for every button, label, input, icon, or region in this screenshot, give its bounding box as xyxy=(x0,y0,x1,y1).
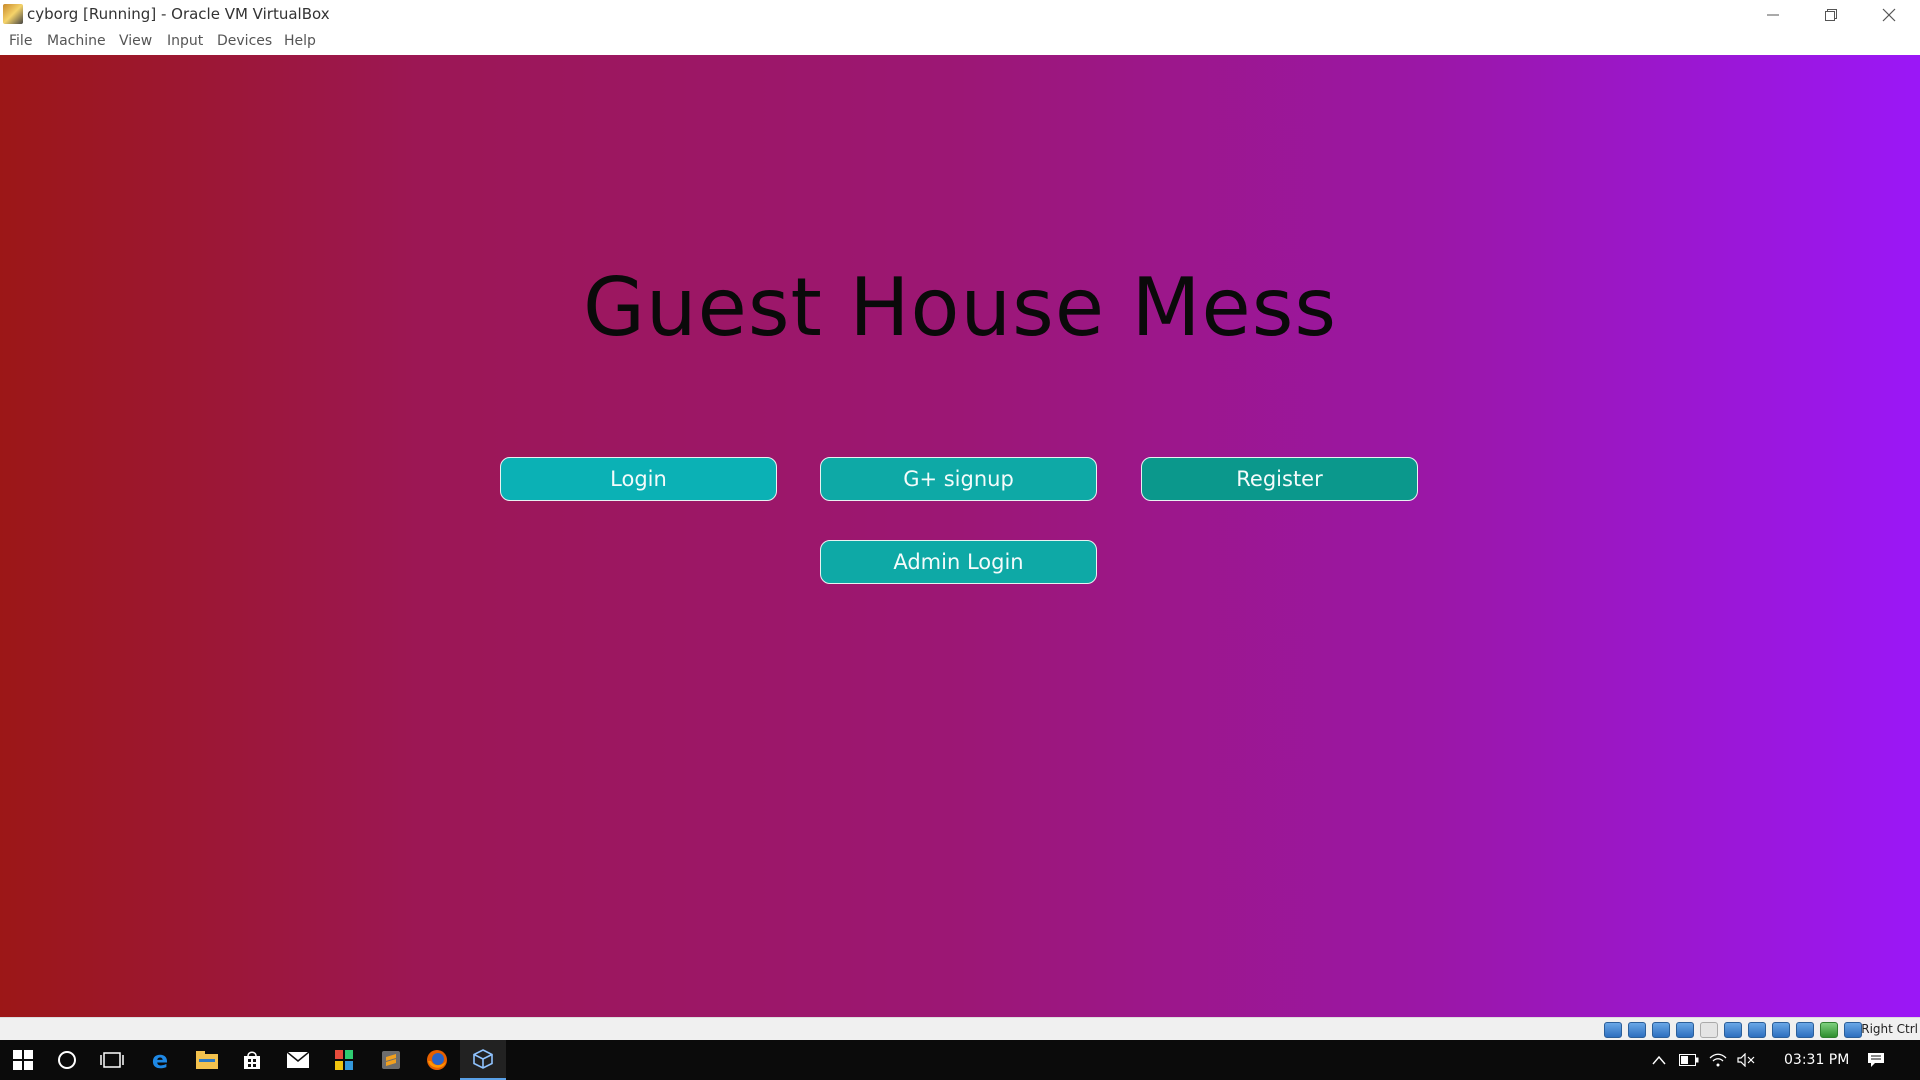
display-icon[interactable] xyxy=(1748,1022,1766,1038)
file-explorer-button[interactable] xyxy=(184,1040,230,1080)
office-button[interactable] xyxy=(321,1040,367,1080)
store-icon xyxy=(244,1051,260,1069)
start-icon xyxy=(13,1050,33,1070)
minimize-icon xyxy=(1767,14,1779,16)
restore-button[interactable] xyxy=(1802,0,1860,29)
register-button[interactable]: Register xyxy=(1141,457,1418,501)
sublime-button[interactable] xyxy=(368,1040,414,1080)
menu-input[interactable]: Input xyxy=(159,29,211,53)
guest-screen[interactable]: Guest House Mess Login G+ signup Registe… xyxy=(0,55,1920,1017)
windows-taskbar: e 03:31 PM xyxy=(0,1040,1920,1080)
show-hidden-icons-button[interactable] xyxy=(1646,1040,1672,1080)
firefox-button[interactable] xyxy=(414,1040,460,1080)
volume-muted-icon xyxy=(1737,1053,1755,1067)
menu-view[interactable]: View xyxy=(111,29,160,53)
gplus-signup-button[interactable]: G+ signup xyxy=(820,457,1097,501)
edge-icon: e xyxy=(151,1046,169,1074)
virtualbox-window: cyborg [Running] - Oracle VM VirtualBox … xyxy=(0,0,1920,1041)
battery-button[interactable] xyxy=(1676,1040,1702,1080)
virtualbox-app-icon xyxy=(3,4,23,24)
title-bar: cyborg [Running] - Oracle VM VirtualBox xyxy=(0,0,1920,29)
start-button[interactable] xyxy=(0,1040,46,1080)
shared-folders-icon[interactable] xyxy=(1724,1022,1742,1038)
file-explorer-icon xyxy=(196,1051,218,1069)
optical-drive-icon[interactable] xyxy=(1628,1022,1646,1038)
wifi-button[interactable] xyxy=(1705,1040,1731,1080)
cortana-icon xyxy=(58,1051,76,1069)
hard-disk-icon[interactable] xyxy=(1604,1022,1622,1038)
close-icon xyxy=(1882,8,1896,22)
menu-file[interactable]: File xyxy=(1,29,40,53)
window-title: cyborg [Running] - Oracle VM VirtualBox xyxy=(27,5,330,23)
mail-button[interactable] xyxy=(275,1040,321,1080)
video-capture-icon[interactable] xyxy=(1772,1022,1790,1038)
volume-button[interactable] xyxy=(1733,1040,1759,1080)
host-key-label: Right Ctrl xyxy=(1861,1022,1918,1036)
menu-help[interactable]: Help xyxy=(276,29,324,53)
firefox-icon xyxy=(427,1050,447,1070)
mouse-integration-icon[interactable] xyxy=(1820,1022,1838,1038)
cpu-icon[interactable] xyxy=(1796,1022,1814,1038)
vm-status-bar: Right Ctrl xyxy=(0,1017,1920,1041)
action-center-button[interactable] xyxy=(1856,1040,1896,1080)
restore-icon xyxy=(1825,9,1837,21)
close-button[interactable] xyxy=(1860,0,1918,29)
network-icon[interactable] xyxy=(1676,1022,1694,1038)
usb-icon[interactable] xyxy=(1700,1022,1718,1038)
task-view-icon xyxy=(100,1052,124,1068)
login-button[interactable]: Login xyxy=(500,457,777,501)
mail-icon xyxy=(287,1052,309,1068)
minimize-button[interactable] xyxy=(1744,0,1802,29)
sublime-icon xyxy=(382,1051,400,1069)
office-icon xyxy=(335,1050,353,1070)
taskbar-clock[interactable]: 03:31 PM xyxy=(1784,1052,1849,1068)
battery-icon xyxy=(1679,1054,1699,1066)
chevron-up-icon xyxy=(1652,1055,1666,1065)
menu-bar: File Machine View Input Devices Help xyxy=(0,29,1920,55)
admin-login-button[interactable]: Admin Login xyxy=(820,540,1097,584)
edge-button[interactable]: e xyxy=(137,1040,183,1080)
task-view-button[interactable] xyxy=(89,1040,135,1080)
wifi-icon xyxy=(1709,1053,1727,1067)
cortana-button[interactable] xyxy=(44,1040,90,1080)
page-title: Guest House Mess xyxy=(582,261,1338,354)
keyboard-icon[interactable] xyxy=(1844,1022,1862,1038)
action-center-icon xyxy=(1868,1053,1884,1067)
store-button[interactable] xyxy=(229,1040,275,1080)
menu-machine[interactable]: Machine xyxy=(39,29,114,53)
virtualbox-icon xyxy=(473,1049,493,1069)
audio-icon[interactable] xyxy=(1652,1022,1670,1038)
menu-devices[interactable]: Devices xyxy=(209,29,280,53)
virtualbox-taskbar-button[interactable] xyxy=(460,1040,506,1080)
